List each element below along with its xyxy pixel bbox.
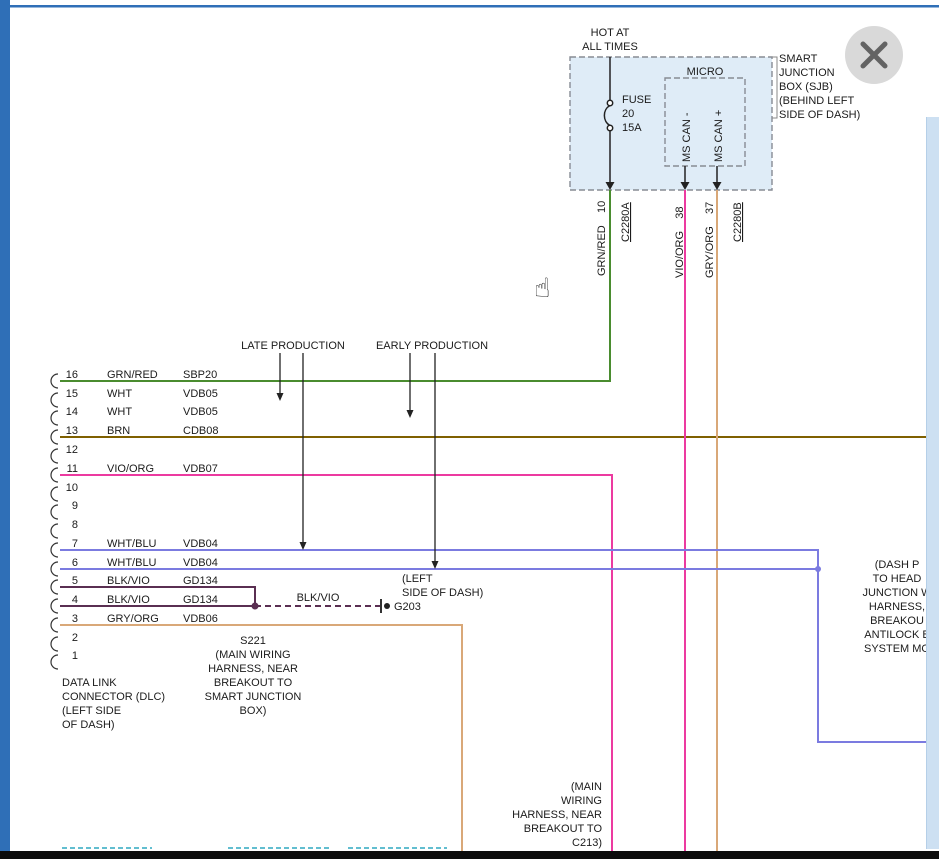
bottom-note-line: HARNESS, NEAR [512, 809, 602, 821]
s221-desc-line: BOX) [240, 705, 267, 717]
tag-vio-org-38: VIO/ORG 38 [674, 206, 686, 278]
window-top-edge [0, 5, 939, 8]
fuse-terminal [607, 100, 612, 105]
window-bottom-bar [0, 851, 939, 859]
bottom-note-line: (MAIN [571, 781, 602, 793]
pin-wire-color: WHT/BLU [107, 538, 157, 550]
close-button[interactable] [845, 26, 903, 84]
pin-number: 5 [72, 575, 78, 587]
hand-cursor-icon: ☝ [534, 273, 550, 303]
s221-desc-line: BREAKOUT TO [214, 677, 293, 689]
right-note-line: HARNESS, [869, 601, 925, 613]
sjb-label-line: SMART [779, 53, 818, 65]
pin-number: 8 [72, 519, 78, 531]
pin-wire-color: BRN [107, 425, 130, 437]
pin-number: 6 [72, 557, 78, 569]
pin-circuit: CDB08 [183, 425, 218, 437]
pin-wire-color: GRN/RED [107, 369, 158, 381]
pin-circuit: SBP20 [183, 369, 217, 381]
pin-circuit: VDB05 [183, 406, 218, 418]
early-production-label: EARLY PRODUCTION [376, 340, 488, 352]
wiring-diagram-viewer: MICRO SMART JUNCTION BOX (SJB) (BEHIND L… [0, 0, 939, 859]
junction-dot [815, 566, 821, 572]
g203-location-line: (LEFT [402, 573, 433, 585]
bottom-note-line: BREAKOUT TO [524, 823, 603, 835]
right-note-line: (DASH P [875, 559, 920, 571]
sjb-label-line: JUNCTION [779, 67, 835, 79]
pin-circuit: VDB06 [183, 613, 218, 625]
pin-number: 16 [66, 369, 78, 381]
fuse-terminal [607, 125, 612, 130]
pin-number: 7 [72, 538, 78, 550]
right-note-line: ANTILOCK B [864, 629, 929, 641]
pin-circuit: VDB07 [183, 463, 218, 475]
g203-label: G203 [394, 601, 421, 613]
tag-c2280a: C2280A [620, 202, 632, 242]
tag-grn-red-10: GRN/RED 10 [596, 201, 608, 276]
scrollbar-track[interactable] [926, 117, 939, 849]
ms-can-minus-label: MS CAN - [681, 112, 693, 162]
pin-number: 3 [72, 613, 78, 625]
window-left-edge [0, 0, 10, 859]
pin-number: 1 [72, 650, 78, 662]
pin-circuit: GD134 [183, 594, 218, 606]
bottom-note-line: C213) [572, 837, 602, 849]
right-note-line: TO HEAD [873, 573, 922, 585]
late-production-label: LATE PRODUCTION [241, 340, 345, 352]
tag-c2280b: C2280B [732, 202, 744, 242]
pin-circuit: GD134 [183, 575, 218, 587]
dlc-label-line: (LEFT SIDE [62, 705, 121, 717]
sjb-box [570, 57, 772, 190]
sjb-label-line: BOX (SJB) [779, 81, 833, 93]
hot-at-label: ALL TIMES [582, 41, 638, 53]
s221-desc-line: HARNESS, NEAR [208, 663, 298, 675]
micro-label: MICRO [687, 66, 724, 78]
pin-number: 2 [72, 632, 78, 644]
g203-location-line: SIDE OF DASH) [402, 587, 483, 599]
hot-at-label: HOT AT [591, 27, 630, 39]
fuse-label: 20 [622, 108, 634, 120]
pin-circuit: VDB04 [183, 557, 218, 569]
fuse-label: FUSE [622, 94, 651, 106]
right-note-line: JUNCTION W [862, 587, 932, 599]
blk-vio-wire-label: BLK/VIO [297, 592, 340, 604]
tag-gry-org-37: GRY/ORG 37 [704, 202, 716, 278]
ms-can-plus-label: MS CAN + [713, 110, 725, 162]
right-note-line: SYSTEM MO [864, 643, 930, 655]
pin-wire-color: WHT [107, 406, 132, 418]
pin-number: 15 [66, 388, 78, 400]
pin-wire-color: WHT/BLU [107, 557, 157, 569]
pin-circuit: VDB05 [183, 388, 218, 400]
pin-number: 11 [67, 463, 78, 475]
fuse-label: 15A [622, 122, 642, 134]
s221-desc-line: (MAIN WIRING [215, 649, 290, 661]
pin-number: 12 [66, 444, 78, 456]
pin-number: 9 [72, 500, 78, 512]
dlc-label-line: DATA LINK [62, 677, 117, 689]
pin-wire-color: VIO/ORG [107, 463, 154, 475]
s221-desc-line: SMART JUNCTION [205, 691, 302, 703]
pin-number: 4 [72, 594, 78, 606]
pin-wire-color: GRY/ORG [107, 613, 159, 625]
dlc-label-line: CONNECTOR (DLC) [62, 691, 165, 703]
pin-number: 14 [66, 406, 78, 418]
pin-number: 10 [66, 482, 78, 494]
pin-wire-color: WHT [107, 388, 132, 400]
pin-circuit: VDB04 [183, 538, 218, 550]
dlc-label-line: OF DASH) [62, 719, 115, 731]
s221-label: S221 [240, 635, 266, 647]
right-note-line: BREAKOU [870, 615, 924, 627]
sjb-label-line: SIDE OF DASH) [779, 109, 860, 121]
diagram-canvas[interactable] [0, 0, 939, 859]
bottom-note-line: WIRING [561, 795, 602, 807]
ground-g203-dot [384, 603, 390, 609]
pin-number: 13 [66, 425, 78, 437]
pin-wire-color: BLK/VIO [107, 594, 150, 606]
pin-wire-color: BLK/VIO [107, 575, 150, 587]
sjb-label-line: (BEHIND LEFT [779, 95, 854, 107]
